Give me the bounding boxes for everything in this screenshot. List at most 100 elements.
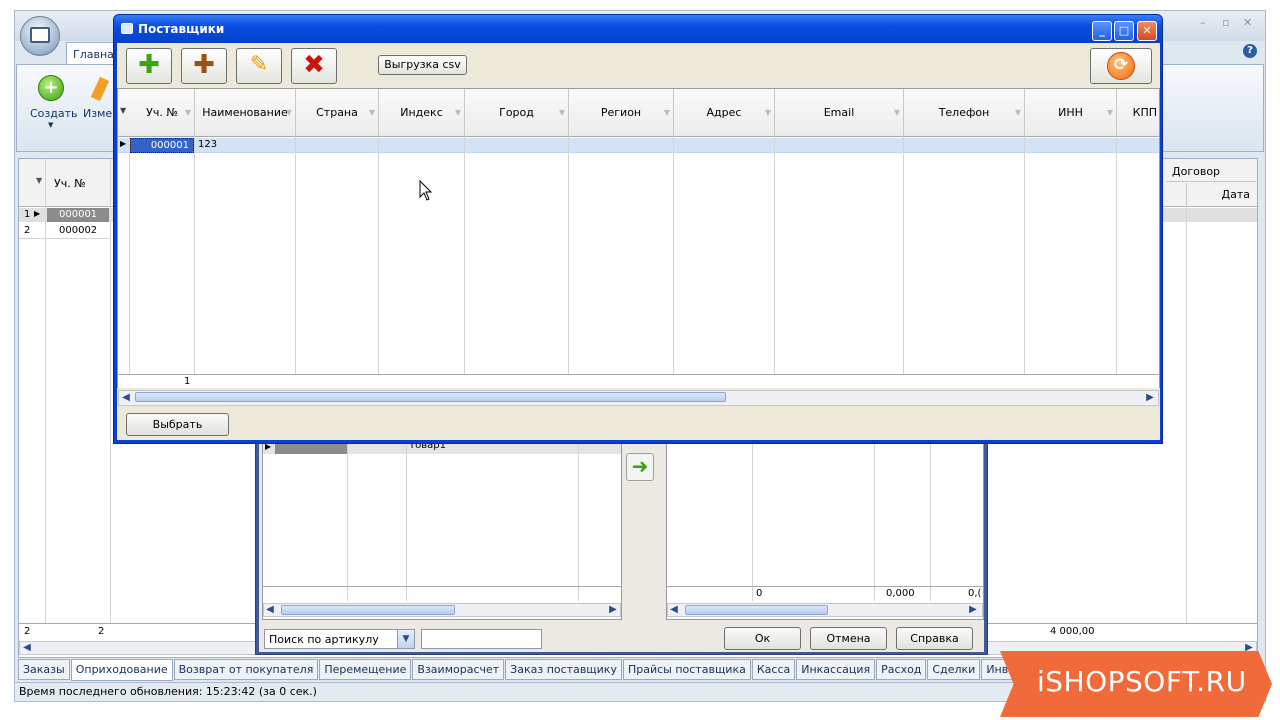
footer-value: 0,000 [886, 588, 915, 599]
column-header-index[interactable]: Индекс ▼ [379, 89, 465, 137]
column-header-address[interactable]: Адрес ▼ [674, 89, 775, 137]
column-header-date[interactable]: Дата [1186, 183, 1256, 207]
window-icon [121, 23, 133, 34]
column-header-phone[interactable]: Телефон ▼ [904, 89, 1025, 137]
close-button[interactable]: ✕ [1137, 21, 1157, 41]
scroll-thumb[interactable] [685, 605, 828, 615]
column-header-inn[interactable]: ИНН ▼ [1025, 89, 1117, 137]
search-mode-select[interactable]: Поиск по артикулу [264, 629, 415, 649]
module-tab[interactable]: Перемещение [319, 659, 412, 680]
grid-divider [406, 443, 407, 601]
grid-divider [194, 137, 195, 387]
row-pointer-icon: ▶ [34, 209, 41, 218]
column-header-region[interactable]: Регион ▼ [569, 89, 674, 137]
grid-divider [568, 137, 569, 387]
grid-divider [930, 443, 931, 601]
delete-button[interactable]: ✖ [291, 48, 337, 84]
scroll-thumb[interactable] [281, 605, 455, 615]
grid-divider [45, 159, 46, 639]
scroll-left-icon[interactable]: ◀ [21, 642, 33, 654]
edit-button[interactable]: ✎ [236, 48, 282, 84]
grid-divider [752, 443, 753, 601]
minimize-button[interactable]: _ [1092, 21, 1112, 41]
column-header-city[interactable]: Город ▼ [465, 89, 569, 137]
select-button[interactable]: Выбрать [126, 413, 229, 436]
column-header-country[interactable]: Страна ▼ [296, 89, 379, 137]
ok-button[interactable]: Ок [724, 627, 801, 650]
add-copy-button[interactable]: ✚ [181, 48, 227, 84]
question-icon[interactable]: ? [1243, 44, 1257, 58]
module-tabs: Заказы Оприходование Возврат от покупателя… [18, 659, 1128, 681]
footer-sum: 4 000,00 [1050, 626, 1095, 637]
column-header-name[interactable]: Наименование ▼ [195, 89, 296, 137]
column-header-uch-num[interactable]: Уч. № [54, 177, 86, 190]
row-number: 2 [24, 225, 31, 236]
column-header-kpp[interactable]: КПП [1117, 89, 1159, 137]
scroll-left-icon[interactable]: ◀ [120, 392, 132, 404]
suppliers-title: Поставщики [138, 22, 225, 36]
row-number: 1 [24, 209, 31, 220]
scroll-left-icon[interactable]: ◀ [668, 604, 680, 616]
grid-divider [903, 137, 904, 387]
minimize-icon[interactable]: – [1200, 16, 1206, 29]
ribbon-tab-home[interactable]: Главная [66, 42, 121, 64]
grid-divider [1024, 137, 1025, 387]
footer-value: 2 [98, 626, 105, 637]
table-cell-id[interactable]: 000001 [59, 209, 97, 220]
module-tab[interactable]: Оприходование [70, 659, 173, 681]
module-tab[interactable]: Инкассация [796, 659, 876, 680]
footer-value: 0,( [968, 588, 982, 599]
watermark-banner: iSHOPSOFT.RU [1000, 651, 1272, 717]
module-tab[interactable]: Сделки [927, 659, 981, 680]
add-supplier-button[interactable]: ✚ [126, 48, 172, 84]
scroll-right-icon[interactable]: ▶ [967, 604, 979, 616]
refresh-icon: ⟳ [1107, 52, 1135, 80]
dropdown-arrow-icon[interactable]: ▼ [48, 121, 53, 129]
table-cell-id[interactable]: 000001 [130, 138, 194, 153]
footer-divider [667, 586, 983, 587]
row-pointer-icon: ▶ [120, 139, 127, 148]
module-tab[interactable]: Заказ поставщику [505, 659, 622, 680]
scroll-thumb[interactable] [135, 392, 726, 402]
row-menu-icon[interactable]: ▼ [120, 106, 126, 115]
create-button[interactable]: Создать [30, 107, 78, 120]
module-tab[interactable]: Расход [876, 659, 927, 680]
search-input[interactable] [421, 629, 542, 649]
close-icon[interactable]: ✕ [1243, 16, 1252, 29]
table-cell-id[interactable]: 000002 [59, 225, 97, 236]
table-row-selected[interactable] [118, 138, 1159, 153]
grid-divider [295, 137, 296, 387]
grid-divider [464, 137, 465, 387]
help-button[interactable]: Справка [896, 627, 973, 650]
column-header-uch-num[interactable]: Уч. № ▼ [130, 89, 195, 137]
add-to-receipt-button[interactable]: ➜ [626, 453, 654, 481]
module-tab[interactable]: Касса [751, 659, 796, 680]
suppliers-title-bar[interactable] [114, 15, 1162, 43]
maximize-icon[interactable]: ▫ [1222, 16, 1229, 29]
module-tab[interactable]: Заказы [18, 659, 70, 680]
grid-divider [874, 443, 875, 601]
column-group-contract[interactable]: Договор [1166, 160, 1256, 182]
scroll-left-icon[interactable]: ◀ [264, 604, 276, 616]
grid-divider [110, 159, 111, 639]
footer-divider [263, 586, 621, 587]
maximize-button[interactable]: □ [1114, 21, 1134, 41]
row-menu-icon[interactable]: ▼ [36, 176, 42, 185]
scroll-right-icon[interactable]: ▶ [1144, 392, 1156, 404]
grid-divider [1116, 137, 1117, 387]
plus-circle-icon[interactable]: + [38, 75, 64, 101]
module-tab[interactable]: Взаиморасчет [412, 659, 505, 680]
cancel-button[interactable]: Отмена [810, 627, 887, 650]
chevron-down-icon[interactable]: ▼ [397, 630, 414, 648]
module-tab[interactable]: Возврат от покупателя [173, 659, 319, 680]
selected-cell[interactable] [275, 443, 347, 454]
column-header-email[interactable]: Email ▼ [775, 89, 904, 137]
table-cell-name[interactable]: 123 [198, 139, 217, 150]
grid-divider [673, 137, 674, 387]
mouse-cursor-icon [419, 180, 433, 201]
module-tab[interactable]: Прайсы поставщика [622, 659, 751, 680]
suppliers-grid-footer [118, 374, 1159, 388]
scroll-right-icon[interactable]: ▶ [607, 604, 619, 616]
app-logo-icon [30, 27, 50, 43]
export-csv-button[interactable]: Выгрузка csv [378, 55, 467, 75]
